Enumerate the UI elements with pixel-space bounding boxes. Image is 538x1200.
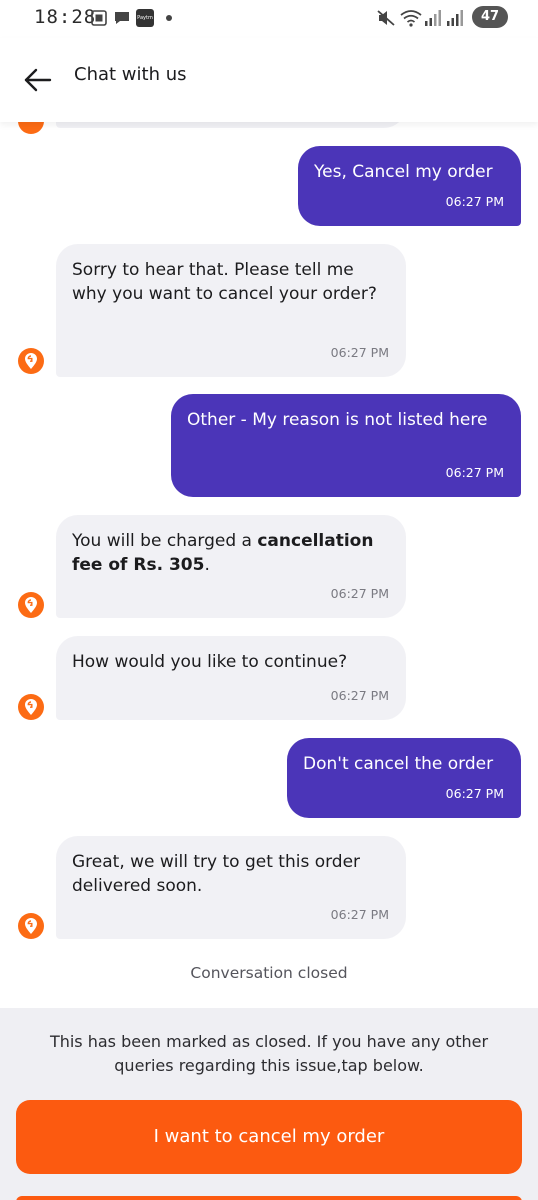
battery-icon: 47 bbox=[472, 6, 508, 28]
message-time: 06:27 PM bbox=[445, 194, 504, 209]
bot-message: Sorry to hear that. Please tell me why y… bbox=[56, 244, 406, 377]
status-time: 18:28 bbox=[34, 6, 97, 28]
chat-header: Chat with us bbox=[0, 38, 538, 122]
message-icon bbox=[115, 12, 129, 24]
message-time: 06:27 PM bbox=[330, 688, 389, 703]
message-text: Other - My reason is not listed here bbox=[187, 410, 488, 430]
next-button-edge[interactable] bbox=[16, 1196, 522, 1200]
user-message: Other - My reason is not listed here 06:… bbox=[171, 394, 521, 497]
user-message: Don't cancel the order 06:27 PM bbox=[287, 738, 521, 818]
page-title: Chat with us bbox=[74, 64, 187, 85]
bot-avatar bbox=[18, 694, 44, 720]
message-time: 06:27 PM bbox=[445, 786, 504, 801]
bot-message: You will be charged a cancellation fee o… bbox=[56, 515, 406, 618]
cancel-order-button[interactable]: I want to cancel my order bbox=[16, 1100, 522, 1174]
signal-icon bbox=[425, 10, 441, 26]
closed-note: This has been marked as closed. If you h… bbox=[49, 1032, 489, 1075]
chat-messages: Yes, Cancel my order 06:27 PM Sorry to h… bbox=[0, 122, 538, 1008]
message-text: You will be charged a cancellation fee o… bbox=[72, 531, 374, 575]
user-message: Yes, Cancel my order 06:27 PM bbox=[298, 146, 521, 226]
bot-avatar bbox=[18, 348, 44, 374]
bot-avatar bbox=[18, 122, 44, 134]
screenshot-icon bbox=[91, 10, 107, 26]
signal-icon-2 bbox=[447, 10, 463, 26]
message-text: Don't cancel the order bbox=[303, 754, 494, 774]
back-button[interactable] bbox=[18, 60, 58, 100]
mute-icon bbox=[377, 10, 395, 26]
bot-message: How would you like to continue? 06:27 PM bbox=[56, 636, 406, 720]
bot-avatar bbox=[18, 592, 44, 618]
message-time: 06:27 PM bbox=[330, 907, 389, 922]
message-time: 06:27 PM bbox=[330, 586, 389, 601]
previous-bot-bubble bbox=[56, 122, 406, 128]
status-bar: 18:28 Paytm 47 bbox=[0, 0, 538, 38]
paytm-icon: Paytm bbox=[136, 9, 154, 27]
swiggy-logo-icon bbox=[25, 699, 37, 715]
arrow-left-icon bbox=[24, 68, 52, 92]
swiggy-logo-icon bbox=[25, 918, 37, 934]
wifi-icon bbox=[400, 10, 422, 27]
bot-avatar bbox=[18, 913, 44, 939]
bot-message: Great, we will try to get this order del… bbox=[56, 836, 406, 939]
closed-footer: This has been marked as closed. If you h… bbox=[0, 1008, 538, 1200]
message-text: Yes, Cancel my order bbox=[314, 162, 493, 182]
swiggy-logo-icon bbox=[25, 353, 37, 369]
swiggy-logo-icon bbox=[25, 597, 37, 613]
notification-dot-icon bbox=[166, 15, 172, 21]
message-time: 06:27 PM bbox=[330, 345, 389, 360]
message-text: Sorry to hear that. Please tell me why y… bbox=[72, 260, 377, 304]
message-text: Great, we will try to get this order del… bbox=[72, 852, 361, 896]
conversation-status: Conversation closed bbox=[190, 964, 348, 982]
message-text: How would you like to continue? bbox=[72, 652, 348, 672]
message-time: 06:27 PM bbox=[445, 465, 504, 480]
